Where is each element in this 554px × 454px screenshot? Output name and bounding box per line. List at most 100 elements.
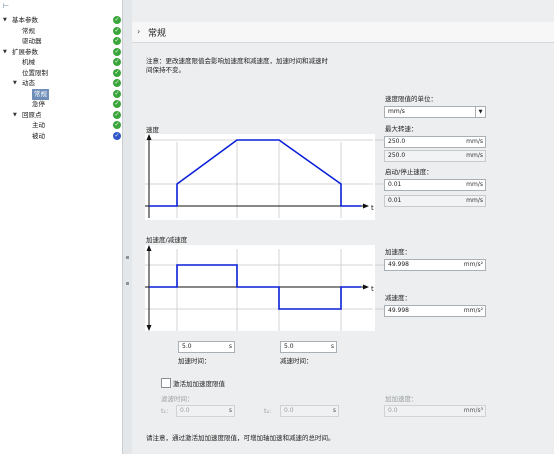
- expand-toggle-icon[interactable]: ▼: [3, 47, 7, 58]
- velocity-unit-label: 速度限值的单位：: [385, 95, 437, 103]
- jerk-limit-label: 激活加加速度限值: [173, 380, 225, 388]
- acceleration-value: 49.998: [388, 261, 409, 268]
- max-speed-readonly-unit: mm/s: [466, 152, 483, 159]
- max-speed-readonly-value: 250.0: [388, 152, 406, 159]
- velocity-unit-value: mm/s: [388, 108, 405, 115]
- check-status-icon: ✓: [113, 47, 121, 56]
- tree-item-7[interactable]: 常规 ✓: [0, 88, 124, 100]
- t2-label: t₂:: [264, 407, 272, 415]
- check-status-icon: ✓: [113, 110, 121, 119]
- jerk-value: 0.0: [388, 407, 398, 414]
- splitter-grip[interactable]: [126, 256, 129, 259]
- tree-item-10[interactable]: 主动 ✓: [0, 120, 124, 131]
- t1-value: 0.0: [180, 407, 190, 414]
- velocity-guide-ext: [375, 139, 385, 185]
- t1-label: t₁:: [161, 407, 169, 415]
- tree-item-4[interactable]: 机械 ✓: [0, 57, 124, 68]
- deceleration-value: 49.998: [388, 307, 409, 314]
- expand-toggle-icon[interactable]: ▼: [13, 110, 17, 121]
- decel-time-value: 5.0: [284, 343, 294, 350]
- tree-item-label: 常规: [32, 88, 49, 100]
- tree-item-8[interactable]: 急停 ✓: [0, 99, 124, 110]
- check-status-icon: ✓: [113, 89, 121, 98]
- deceleration-input[interactable]: 49.998 mm/s²: [384, 305, 486, 317]
- decel-time-label: 减速时间：: [280, 357, 313, 365]
- velocity-unit-select[interactable]: mm/s ▼: [384, 106, 486, 118]
- accel-y-arrow-up: [146, 245, 152, 251]
- tree-item-label: 主动: [32, 121, 45, 129]
- section-header[interactable]: [132, 22, 554, 43]
- velocity-x-arrow: [363, 203, 369, 209]
- deceleration-unit: mm/s²: [463, 307, 483, 314]
- check-status-icon: ✓: [113, 16, 121, 24]
- tree-item-11[interactable]: 被动 ✓: [0, 131, 124, 142]
- check-status-icon: ✓: [113, 68, 121, 77]
- check-status-icon: ✓: [113, 58, 121, 66]
- max-speed-input[interactable]: 250.0 mm/s: [384, 136, 486, 148]
- velocity-plot-title: 速度: [146, 126, 159, 134]
- max-speed-value: 250.0: [388, 138, 406, 145]
- tree-item-5[interactable]: 位置限制 ✓: [0, 68, 124, 79]
- jerk-limit-checkbox[interactable]: [161, 378, 171, 388]
- accel-time-input[interactable]: 5.0 s: [178, 341, 235, 353]
- tree-item-label: 急停: [32, 100, 45, 108]
- jerk-input[interactable]: 0.0 mm/s³: [384, 405, 486, 417]
- tree-item-label: 常规: [22, 26, 35, 35]
- tree-item-label: 动态: [22, 79, 35, 87]
- max-speed-unit: mm/s: [466, 138, 483, 145]
- check-status-icon: ✓: [113, 79, 121, 87]
- acceleration-unit: mm/s²: [463, 261, 483, 268]
- accel-y-arrow-down: [146, 325, 152, 331]
- accel-time-unit: s: [228, 343, 232, 350]
- chevron-down-icon[interactable]: ▼: [475, 107, 485, 117]
- section-title: 常规: [148, 29, 167, 39]
- chevron-right-icon[interactable]: ›: [137, 27, 140, 36]
- tree-item-6[interactable]: ▼ 动态 ✓: [0, 78, 124, 89]
- max-speed-readonly: 250.0 mm/s: [384, 150, 486, 162]
- t2-value: 0.0: [284, 407, 294, 414]
- tree-item-1[interactable]: 常规 ✓: [0, 26, 124, 37]
- expand-toggle-icon[interactable]: ▼: [3, 15, 7, 26]
- start-stop-speed-input[interactable]: 0.01 mm/s: [384, 179, 486, 191]
- accel-grid: [145, 249, 373, 331]
- tree-item-label: 被动: [32, 131, 45, 140]
- velocity-t-label: t: [371, 204, 374, 212]
- accel-t-label: t: [371, 285, 374, 293]
- accel-guide-ext: [375, 264, 385, 310]
- tree-item-label: 回原点: [22, 110, 42, 119]
- start-stop-speed-readonly-value: 0.01: [388, 197, 402, 204]
- info-status-icon: ✓: [113, 131, 121, 140]
- tree-item-label: 扩展参数: [12, 47, 38, 56]
- tree-item-0[interactable]: ▼ 基本参数 ✓: [0, 15, 124, 26]
- start-stop-speed-label: 启动/停止速度：: [385, 168, 433, 176]
- accel-plot-title: 加速度/减速度: [146, 236, 188, 244]
- t2-input[interactable]: 0.0 s: [280, 405, 339, 417]
- start-stop-speed-readonly: 0.01 mm/s: [384, 195, 486, 207]
- tree-item-2[interactable]: 驱动器 ✓: [0, 36, 124, 47]
- acceleration-profile-diagram: t: [145, 245, 375, 331]
- acceleration-label: 加速度：: [385, 248, 411, 256]
- tree-item-9[interactable]: ▼ 回原点 ✓: [0, 110, 124, 121]
- footer-note: 请注意，通过激活加加速度限值，可增加轴加速和减速的总时间。: [146, 434, 335, 442]
- velocity-profile-diagram: t: [145, 134, 375, 220]
- check-status-icon: ✓: [113, 37, 121, 45]
- max-speed-label: 最大转速：: [385, 125, 418, 133]
- decel-time-input[interactable]: 5.0 s: [280, 341, 337, 353]
- velocity-y-arrow: [146, 134, 152, 140]
- expand-toggle-icon[interactable]: ▼: [13, 78, 17, 89]
- tree-item-3[interactable]: ▼ 扩展参数 ✓: [0, 47, 124, 58]
- tree-toolbar-icon[interactable]: ⊢: [3, 2, 17, 10]
- deceleration-label: 减速度：: [385, 294, 411, 302]
- start-stop-speed-unit: mm/s: [466, 181, 483, 188]
- project-tree-panel: ⊢ ▼ 基本参数 ✓ 常规 ✓ 驱动器 ✓ ▼ 扩展参数 ✓ 机械 ✓ 位置限制 ✓ ▼ 动态 ✓ 常规 ✓ 急停 ✓ ▼…: [0, 0, 128, 454]
- accel-x-arrow: [363, 284, 369, 290]
- splitter-grip[interactable]: [126, 282, 129, 285]
- t1-unit: s: [228, 407, 232, 414]
- t2-unit: s: [332, 407, 336, 414]
- check-status-icon: ✓: [113, 26, 121, 35]
- acceleration-input[interactable]: 49.998 mm/s²: [384, 259, 486, 271]
- start-stop-speed-readonly-unit: mm/s: [466, 197, 483, 204]
- t1-input[interactable]: 0.0 s: [176, 405, 235, 417]
- tree-item-label: 驱动器: [22, 37, 42, 45]
- check-status-icon: ✓: [113, 100, 121, 108]
